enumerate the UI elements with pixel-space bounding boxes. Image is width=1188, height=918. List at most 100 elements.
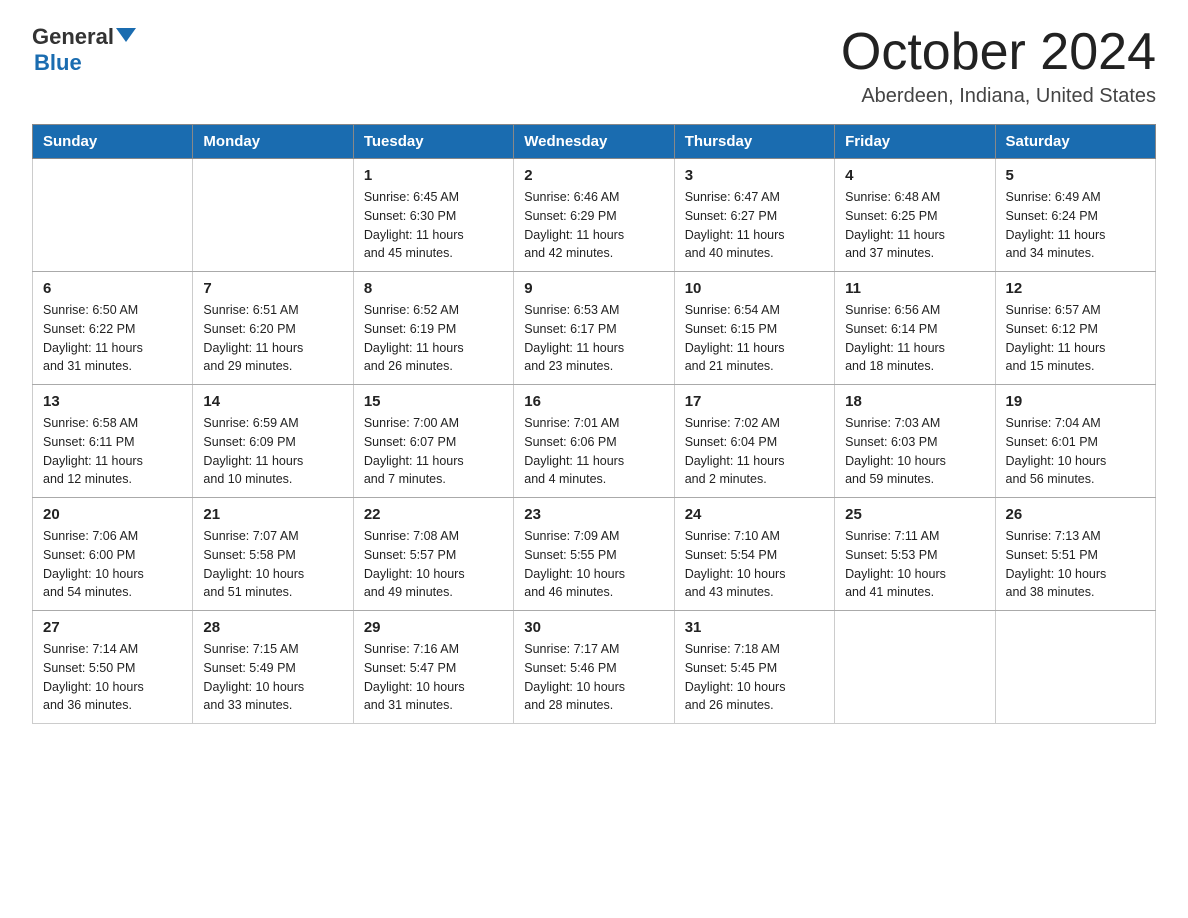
calendar-cell: 12Sunrise: 6:57 AM Sunset: 6:12 PM Dayli… — [995, 272, 1155, 385]
day-info: Sunrise: 7:13 AM Sunset: 5:51 PM Dayligh… — [1006, 527, 1145, 602]
calendar-header-sunday: Sunday — [33, 125, 193, 159]
calendar-cell: 16 Sunrise: 7:01 AM Sunset: 6:06 PM Dayli… — [514, 385, 674, 498]
day-number: 7 — [203, 280, 342, 297]
location: Aberdeen, Indiana, United States — [841, 85, 1156, 108]
day-number: 10 — [685, 280, 824, 297]
day-number: 8 — [364, 280, 503, 297]
day-number: 20 — [43, 506, 182, 523]
day-info: Sunrise: 6:47 AM Sunset: 6:27 PM Dayligh… — [685, 188, 824, 263]
day-info: Sunrise: 7:09 AM Sunset: 5:55 PM Dayligh… — [524, 527, 663, 602]
day-info: Sunrise: 6:57 AM Sunset: 6:12 PM Dayligh… — [1006, 301, 1145, 376]
day-number: 13 — [43, 393, 182, 410]
calendar-cell: 15Sunrise: 7:00 AM Sunset: 6:07 PM Dayli… — [353, 385, 513, 498]
calendar-week-row: 20 Sunrise: 7:06 AM Sunset: 6:00 PM Dayli… — [33, 498, 1156, 611]
calendar-week-row: 27 Sunrise: 7:14 AM Sunset: 5:50 PM Dayli… — [33, 611, 1156, 724]
day-number: 17 — [685, 393, 824, 410]
title-area: October 2024 Aberdeen, Indiana, United S… — [841, 24, 1156, 108]
calendar-cell: 3 Sunrise: 6:47 AM Sunset: 6:27 PM Daylig… — [674, 159, 834, 272]
header: General Blue October 2024 Aberdeen, Indi… — [32, 24, 1156, 108]
day-number: 3 — [685, 167, 824, 184]
day-number: 5 — [1006, 167, 1145, 184]
calendar-cell: 24 Sunrise: 7:10 AM Sunset: 5:54 PM Dayli… — [674, 498, 834, 611]
calendar-cell: 27 Sunrise: 7:14 AM Sunset: 5:50 PM Dayli… — [33, 611, 193, 724]
day-info: Sunrise: 7:11 AM Sunset: 5:53 PM Dayligh… — [845, 527, 984, 602]
calendar-cell: 10Sunrise: 6:54 AM Sunset: 6:15 PM Dayli… — [674, 272, 834, 385]
day-number: 23 — [524, 506, 663, 523]
calendar-cell: 30 Sunrise: 7:17 AM Sunset: 5:46 PM Dayli… — [514, 611, 674, 724]
day-info: Sunrise: 6:53 AM Sunset: 6:17 PM Dayligh… — [524, 301, 663, 376]
calendar-cell: 19Sunrise: 7:04 AM Sunset: 6:01 PM Dayli… — [995, 385, 1155, 498]
day-info: Sunrise: 6:50 AM Sunset: 6:22 PM Dayligh… — [43, 301, 182, 376]
calendar-cell: 11 Sunrise: 6:56 AM Sunset: 6:14 PM Dayli… — [835, 272, 995, 385]
day-number: 16 — [524, 393, 663, 410]
day-number: 4 — [845, 167, 984, 184]
calendar-cell — [995, 611, 1155, 724]
day-info: Sunrise: 6:52 AM Sunset: 6:19 PM Dayligh… — [364, 301, 503, 376]
day-number: 28 — [203, 619, 342, 636]
logo: General — [32, 24, 136, 50]
calendar-week-row: 13 Sunrise: 6:58 AM Sunset: 6:11 PM Dayli… — [33, 385, 1156, 498]
day-number: 31 — [685, 619, 824, 636]
logo-general-text: General — [32, 24, 114, 50]
day-info: Sunrise: 6:56 AM Sunset: 6:14 PM Dayligh… — [845, 301, 984, 376]
day-number: 15 — [364, 393, 503, 410]
calendar-week-row: 6 Sunrise: 6:50 AM Sunset: 6:22 PM Daylig… — [33, 272, 1156, 385]
calendar-cell: 7 Sunrise: 6:51 AM Sunset: 6:20 PM Daylig… — [193, 272, 353, 385]
logo-triangle-icon — [116, 28, 136, 42]
day-number: 30 — [524, 619, 663, 636]
calendar-cell — [193, 159, 353, 272]
day-info: Sunrise: 7:06 AM Sunset: 6:00 PM Dayligh… — [43, 527, 182, 602]
day-number: 27 — [43, 619, 182, 636]
day-info: Sunrise: 6:59 AM Sunset: 6:09 PM Dayligh… — [203, 414, 342, 489]
calendar-cell: 28 Sunrise: 7:15 AM Sunset: 5:49 PM Dayli… — [193, 611, 353, 724]
calendar-header-thursday: Thursday — [674, 125, 834, 159]
day-info: Sunrise: 6:51 AM Sunset: 6:20 PM Dayligh… — [203, 301, 342, 376]
calendar-cell: 14 Sunrise: 6:59 AM Sunset: 6:09 PM Dayli… — [193, 385, 353, 498]
calendar-cell: 18Sunrise: 7:03 AM Sunset: 6:03 PM Dayli… — [835, 385, 995, 498]
calendar-cell: 17Sunrise: 7:02 AM Sunset: 6:04 PM Dayli… — [674, 385, 834, 498]
day-number: 1 — [364, 167, 503, 184]
month-year: October 2024 — [841, 24, 1156, 81]
day-info: Sunrise: 6:46 AM Sunset: 6:29 PM Dayligh… — [524, 188, 663, 263]
calendar-header-monday: Monday — [193, 125, 353, 159]
day-number: 29 — [364, 619, 503, 636]
calendar-cell: 5 Sunrise: 6:49 AM Sunset: 6:24 PM Daylig… — [995, 159, 1155, 272]
day-number: 9 — [524, 280, 663, 297]
day-info: Sunrise: 7:17 AM Sunset: 5:46 PM Dayligh… — [524, 640, 663, 715]
calendar-week-row: 1 Sunrise: 6:45 AM Sunset: 6:30 PM Daylig… — [33, 159, 1156, 272]
calendar-cell: 26 Sunrise: 7:13 AM Sunset: 5:51 PM Dayli… — [995, 498, 1155, 611]
calendar-table: SundayMondayTuesdayWednesdayThursdayFrid… — [32, 124, 1156, 724]
calendar-cell: 21Sunrise: 7:07 AM Sunset: 5:58 PM Dayli… — [193, 498, 353, 611]
calendar-cell: 31Sunrise: 7:18 AM Sunset: 5:45 PM Dayli… — [674, 611, 834, 724]
calendar-cell: 2 Sunrise: 6:46 AM Sunset: 6:29 PM Daylig… — [514, 159, 674, 272]
day-number: 6 — [43, 280, 182, 297]
calendar-cell: 23 Sunrise: 7:09 AM Sunset: 5:55 PM Dayli… — [514, 498, 674, 611]
day-info: Sunrise: 7:01 AM Sunset: 6:06 PM Dayligh… — [524, 414, 663, 489]
day-number: 25 — [845, 506, 984, 523]
day-number: 22 — [364, 506, 503, 523]
calendar-header-wednesday: Wednesday — [514, 125, 674, 159]
day-info: Sunrise: 6:58 AM Sunset: 6:11 PM Dayligh… — [43, 414, 182, 489]
calendar-cell — [835, 611, 995, 724]
calendar-cell: 8 Sunrise: 6:52 AM Sunset: 6:19 PM Daylig… — [353, 272, 513, 385]
day-number: 2 — [524, 167, 663, 184]
calendar-cell: 25 Sunrise: 7:11 AM Sunset: 5:53 PM Dayli… — [835, 498, 995, 611]
calendar-cell: 9 Sunrise: 6:53 AM Sunset: 6:17 PM Daylig… — [514, 272, 674, 385]
day-info: Sunrise: 7:15 AM Sunset: 5:49 PM Dayligh… — [203, 640, 342, 715]
day-info: Sunrise: 6:49 AM Sunset: 6:24 PM Dayligh… — [1006, 188, 1145, 263]
day-info: Sunrise: 6:48 AM Sunset: 6:25 PM Dayligh… — [845, 188, 984, 263]
calendar-header-saturday: Saturday — [995, 125, 1155, 159]
day-info: Sunrise: 7:14 AM Sunset: 5:50 PM Dayligh… — [43, 640, 182, 715]
day-info: Sunrise: 7:16 AM Sunset: 5:47 PM Dayligh… — [364, 640, 503, 715]
day-number: 24 — [685, 506, 824, 523]
logo-blue-text: Blue — [34, 50, 82, 75]
calendar-cell: 1 Sunrise: 6:45 AM Sunset: 6:30 PM Daylig… — [353, 159, 513, 272]
day-info: Sunrise: 7:10 AM Sunset: 5:54 PM Dayligh… — [685, 527, 824, 602]
day-info: Sunrise: 7:08 AM Sunset: 5:57 PM Dayligh… — [364, 527, 503, 602]
day-number: 11 — [845, 280, 984, 297]
day-number: 26 — [1006, 506, 1145, 523]
day-info: Sunrise: 6:45 AM Sunset: 6:30 PM Dayligh… — [364, 188, 503, 263]
day-number: 18 — [845, 393, 984, 410]
day-number: 14 — [203, 393, 342, 410]
calendar-cell: 20 Sunrise: 7:06 AM Sunset: 6:00 PM Dayli… — [33, 498, 193, 611]
